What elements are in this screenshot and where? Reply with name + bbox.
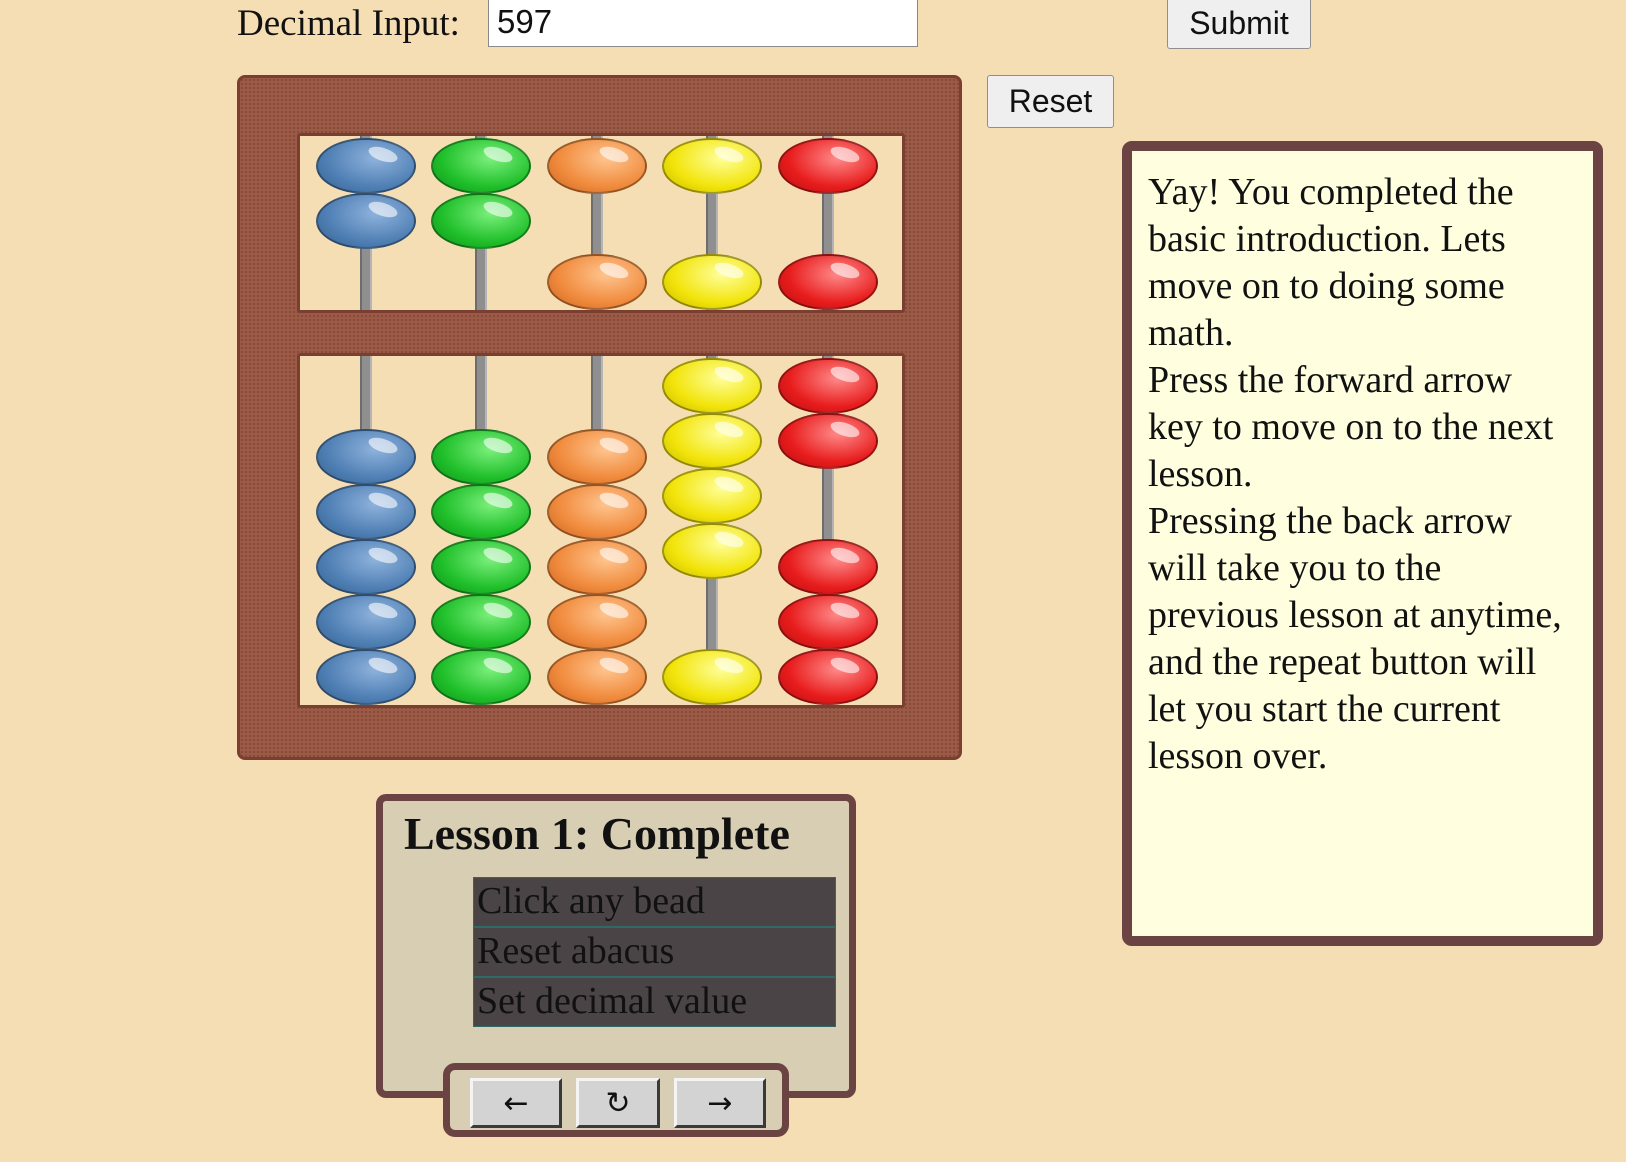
blue-lower-bead[interactable] — [316, 649, 416, 705]
red-lower-bead[interactable] — [778, 649, 878, 705]
orange-lower-bead[interactable] — [547, 429, 647, 485]
info-paragraph: Pressing the back arrow will take you to… — [1148, 500, 1562, 777]
green-upper-bead[interactable] — [431, 193, 531, 249]
decimal-input-field[interactable] — [488, 0, 918, 47]
blue-lower-bead[interactable] — [316, 539, 416, 595]
orange-lower-bead[interactable] — [547, 594, 647, 650]
yellow-lower-bead[interactable] — [662, 523, 762, 579]
blue-upper-bead[interactable] — [316, 193, 416, 249]
green-upper-bead[interactable] — [431, 138, 531, 194]
abacus-frame — [237, 75, 962, 760]
lesson-step-click-bead: Click any bead — [473, 877, 836, 927]
red-lower-bead[interactable] — [778, 358, 878, 414]
yellow-lower-bead[interactable] — [662, 413, 762, 469]
yellow-upper-bead[interactable] — [662, 138, 762, 194]
lesson-nav-bar: ← ↻ → — [443, 1063, 789, 1137]
yellow-lower-bead[interactable] — [662, 358, 762, 414]
yellow-upper-bead[interactable] — [662, 254, 762, 310]
yellow-lower-bead[interactable] — [662, 468, 762, 524]
red-upper-bead[interactable] — [778, 138, 878, 194]
forward-arrow-button[interactable]: → — [674, 1078, 766, 1128]
green-lower-bead[interactable] — [431, 539, 531, 595]
blue-lower-bead[interactable] — [316, 429, 416, 485]
lesson-info-text: Yay! You completed the basic introductio… — [1148, 169, 1568, 780]
lesson-panel: Lesson 1: Complete Click any bead Reset … — [376, 794, 856, 1098]
orange-lower-bead[interactable] — [547, 484, 647, 540]
blue-lower-bead[interactable] — [316, 484, 416, 540]
back-arrow-button[interactable]: ← — [470, 1078, 562, 1128]
info-paragraph: Press the forward arrow key to move on t… — [1148, 359, 1554, 495]
yellow-lower-bead[interactable] — [662, 649, 762, 705]
lesson-step-reset-abacus: Reset abacus — [473, 927, 836, 977]
info-paragraph: Yay! You completed the basic introductio… — [1148, 171, 1514, 354]
red-lower-bead[interactable] — [778, 413, 878, 469]
red-upper-bead[interactable] — [778, 254, 878, 310]
repeat-button[interactable]: ↻ — [576, 1078, 660, 1128]
blue-upper-bead[interactable] — [316, 138, 416, 194]
lesson-info-panel: Yay! You completed the basic introductio… — [1122, 141, 1603, 946]
red-lower-bead[interactable] — [778, 594, 878, 650]
lesson-title: Lesson 1: Complete — [404, 808, 790, 859]
orange-upper-bead[interactable] — [547, 254, 647, 310]
orange-lower-bead[interactable] — [547, 649, 647, 705]
reset-button[interactable]: Reset — [987, 75, 1114, 128]
green-lower-bead[interactable] — [431, 649, 531, 705]
orange-upper-bead[interactable] — [547, 138, 647, 194]
submit-button[interactable]: Submit — [1167, 0, 1311, 49]
decimal-input-label: Decimal Input: — [237, 3, 460, 44]
blue-lower-bead[interactable] — [316, 594, 416, 650]
green-lower-bead[interactable] — [431, 429, 531, 485]
green-lower-bead[interactable] — [431, 594, 531, 650]
orange-lower-bead[interactable] — [547, 539, 647, 595]
abacus-upper-deck — [297, 133, 905, 313]
red-lower-bead[interactable] — [778, 539, 878, 595]
green-lower-bead[interactable] — [431, 484, 531, 540]
lesson-step-set-decimal: Set decimal value — [473, 977, 836, 1027]
abacus-lower-deck — [297, 353, 905, 708]
